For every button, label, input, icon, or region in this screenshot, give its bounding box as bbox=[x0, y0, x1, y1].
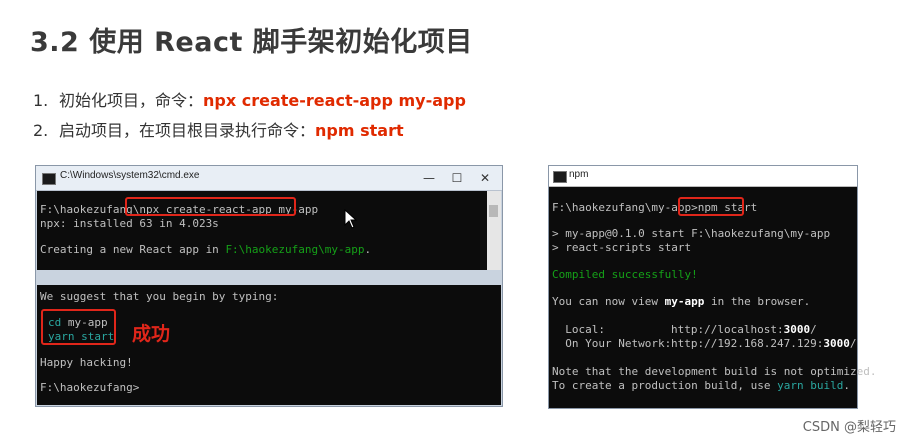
npm-note2-text: To create a production build, use bbox=[552, 379, 778, 392]
step-1-command: npx create-react-app my-app bbox=[203, 91, 466, 110]
success-label: 成功 bbox=[132, 323, 171, 345]
terminal-output-bottom: We suggest that you begin by typing: cd … bbox=[37, 285, 501, 405]
npm-network-url: http://192.168.247.129: bbox=[671, 337, 824, 350]
npm-start-line: > my-app@0.1.0 start F:\haokezufang\my-a… bbox=[552, 227, 831, 240]
step-2: 2. 启动项目，在项目根目录执行命令：npm start bbox=[33, 117, 404, 141]
terminal-creating-path: F:\haokezufang\my-app bbox=[225, 243, 365, 256]
minimize-button[interactable]: — bbox=[416, 167, 442, 189]
maximize-button[interactable]: ☐ bbox=[444, 167, 470, 189]
cmd-window-title: C:\Windows\system32\cmd.exe bbox=[60, 170, 200, 181]
step-2-command: npm start bbox=[315, 121, 404, 140]
highlight-next-commands bbox=[41, 309, 116, 345]
npm-view-text: You can now view bbox=[552, 295, 665, 308]
npm-note-line: Note that the development build is not o… bbox=[552, 365, 877, 378]
npm-network-url-suffix: / bbox=[849, 337, 857, 350]
close-button[interactable]: ✕ bbox=[472, 167, 498, 189]
npm-network-label: On Your Network: bbox=[552, 337, 672, 350]
watermark: CSDN @梨轻巧 bbox=[802, 420, 896, 435]
console-icon bbox=[553, 171, 567, 183]
terminal-creating-text: Creating a new React app in bbox=[40, 243, 226, 256]
npm-local-url-suffix: / bbox=[810, 323, 817, 336]
mouse-cursor-icon bbox=[344, 209, 358, 229]
terminal-happy-line: Happy hacking! bbox=[40, 356, 133, 369]
npm-note2-suffix: . bbox=[843, 379, 851, 392]
npm-scripts-line: > react-scripts start bbox=[552, 241, 692, 254]
step-1-text: 初始化项目，命令： bbox=[59, 91, 204, 110]
terminal-creating-suffix: . bbox=[364, 243, 372, 256]
terminal-scrollbar[interactable] bbox=[487, 191, 501, 270]
npm-network-port: 3000 bbox=[823, 337, 850, 350]
npm-local-label: Local: bbox=[552, 323, 605, 336]
npm-view-app: my-app bbox=[664, 295, 705, 308]
step-2-text: 启动项目，在项目根目录执行命令： bbox=[59, 121, 316, 140]
step-1-number: 1. bbox=[33, 91, 49, 110]
npm-prompt: F:\haokezufang\my-app> bbox=[552, 201, 698, 214]
npm-local-port: 3000 bbox=[783, 323, 811, 336]
terminal-installed-line: npx: installed 63 in 4.023s bbox=[40, 217, 219, 230]
npm-view-suffix: in the browser. bbox=[704, 295, 811, 308]
step-1: 1. 初始化项目，命令：npx create-react-app my-app bbox=[33, 87, 466, 111]
npm-window-title: npm bbox=[569, 169, 589, 180]
highlight-create-command bbox=[125, 197, 296, 216]
terminal-final-prompt: F:\haokezufang> bbox=[40, 381, 140, 394]
page-title: 3.2 使用 React 脚手架初始化项目 bbox=[30, 27, 473, 58]
npm-titlebar[interactable]: npm bbox=[549, 166, 857, 187]
npm-terminal-output: F:\haokezufang\my-app>npm start > my-app… bbox=[549, 187, 877, 408]
cmd-titlebar[interactable]: C:\Windows\system32\cmd.exe — ☐ ✕ bbox=[36, 166, 502, 191]
scrollbar-thumb[interactable] bbox=[489, 205, 498, 217]
npm-local-url: http://localhost: bbox=[671, 323, 784, 336]
step-2-number: 2. bbox=[33, 121, 49, 140]
npm-compiled-line: Compiled successfully! bbox=[552, 268, 698, 281]
npm-note2-command: yarn build bbox=[777, 379, 844, 392]
terminal-suggest-line: We suggest that you begin by typing: bbox=[40, 290, 279, 303]
highlight-npm-start bbox=[678, 197, 744, 216]
console-icon bbox=[42, 173, 56, 185]
